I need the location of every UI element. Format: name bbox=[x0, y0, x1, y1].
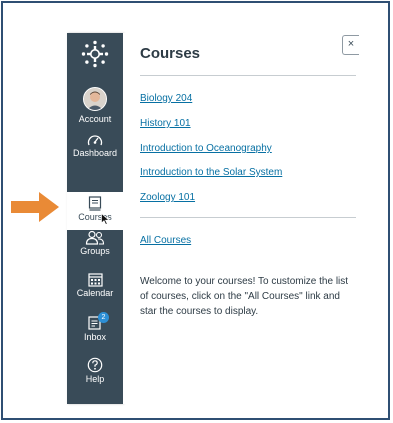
all-courses-link[interactable]: All Courses bbox=[140, 235, 191, 246]
nav-item-groups[interactable]: Groups bbox=[67, 230, 123, 257]
nav-item-courses[interactable]: Courses bbox=[67, 192, 123, 230]
nav-item-calendar[interactable]: Calendar bbox=[67, 272, 123, 299]
course-link-oceanography[interactable]: Introduction to Oceanography bbox=[140, 143, 272, 154]
canvas-logo-icon[interactable] bbox=[81, 40, 109, 68]
welcome-message: Welcome to your courses! To customize th… bbox=[140, 276, 349, 317]
nav-label-inbox: Inbox bbox=[83, 332, 107, 342]
nav-label-dashboard: Dashboard bbox=[72, 148, 118, 158]
courses-icon bbox=[88, 196, 102, 211]
calendar-icon bbox=[87, 273, 103, 287]
divider bbox=[140, 217, 356, 218]
close-tray-button[interactable]: × bbox=[342, 35, 359, 55]
nav-item-help[interactable]: Help bbox=[67, 357, 123, 385]
avatar bbox=[83, 87, 107, 111]
mouse-cursor-icon bbox=[101, 213, 110, 225]
course-link-zoology-101[interactable]: Zoology 101 bbox=[140, 192, 195, 203]
divider bbox=[140, 75, 356, 76]
nav-item-dashboard[interactable]: Dashboard bbox=[67, 133, 123, 159]
pointer-arrow-icon bbox=[11, 192, 59, 222]
nav-label-calendar: Calendar bbox=[76, 288, 114, 298]
inbox-unread-badge: 2 bbox=[98, 312, 109, 323]
nav-item-account[interactable]: Account bbox=[67, 87, 123, 125]
tray-title: Courses bbox=[140, 45, 201, 62]
courses-tray: × Courses Biology 204 History 101 Introd… bbox=[123, 33, 359, 404]
nav-label-help: Help bbox=[85, 374, 105, 384]
nav-label-account: Account bbox=[78, 114, 112, 124]
global-navigation: Account Dashboard Courses Groups Calenda… bbox=[67, 33, 123, 404]
course-link-history-101[interactable]: History 101 bbox=[140, 118, 191, 129]
help-icon bbox=[87, 357, 103, 373]
dashboard-icon bbox=[87, 135, 103, 146]
course-link-biology-204[interactable]: Biology 204 bbox=[140, 93, 192, 104]
course-link-solar-system[interactable]: Introduction to the Solar System bbox=[140, 167, 282, 178]
groups-icon bbox=[85, 230, 105, 245]
nav-label-groups: Groups bbox=[80, 246, 110, 256]
nav-item-inbox[interactable]: 2 Inbox bbox=[67, 312, 123, 343]
